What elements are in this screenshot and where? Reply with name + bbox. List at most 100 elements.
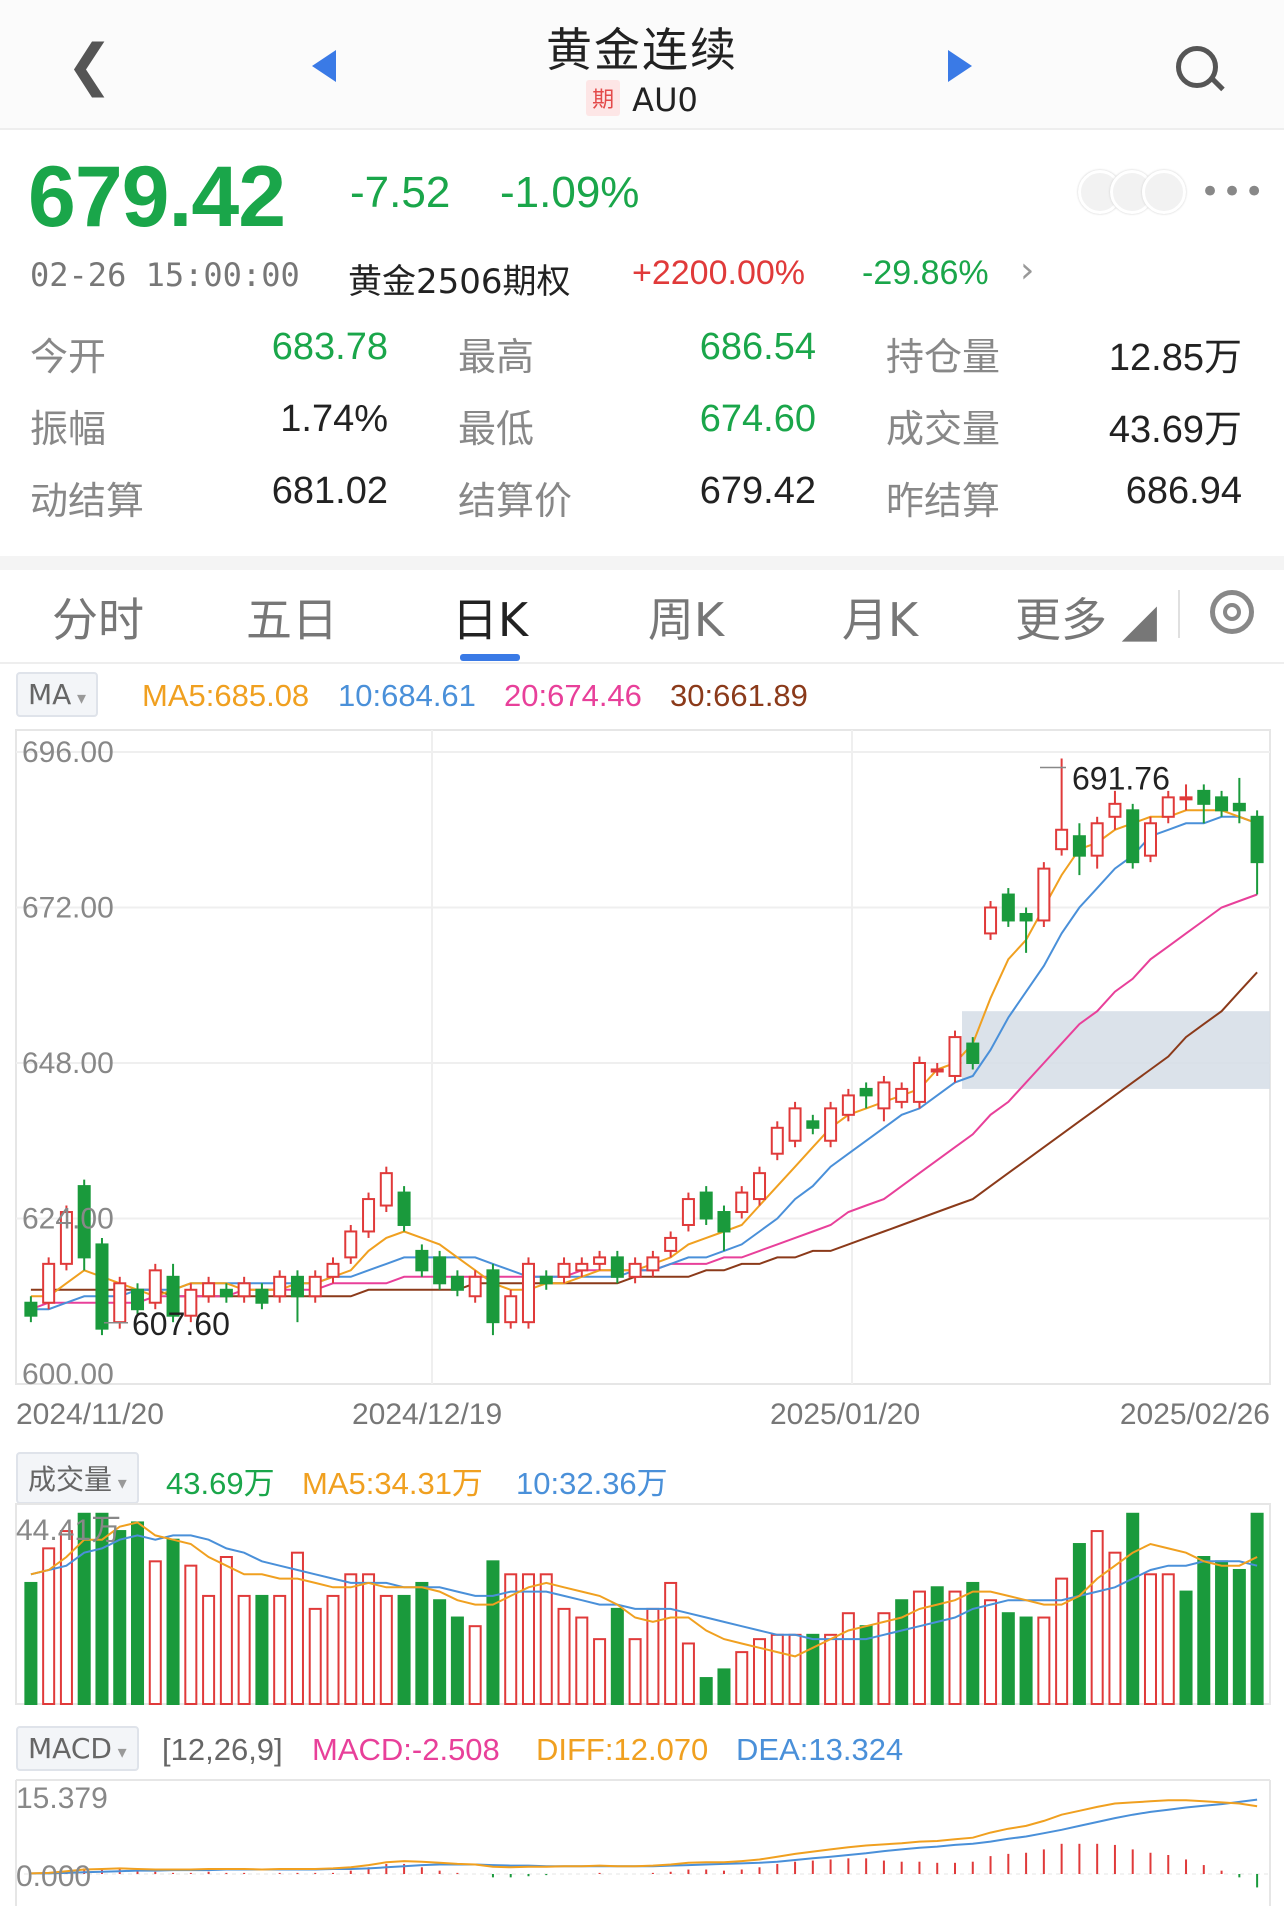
price-axis-label: 648.00 bbox=[22, 1047, 114, 1080]
candle-body bbox=[966, 1042, 980, 1064]
candle bbox=[1179, 784, 1193, 811]
volume-bar bbox=[1197, 1556, 1211, 1706]
volume-bar bbox=[984, 1599, 998, 1706]
candle bbox=[539, 1270, 553, 1290]
candle-body bbox=[948, 1036, 962, 1077]
candle-body bbox=[699, 1191, 713, 1220]
candle-body bbox=[859, 1087, 873, 1097]
max-price-label: 691.76 bbox=[1072, 760, 1170, 796]
candle bbox=[824, 1101, 838, 1148]
candle-body bbox=[575, 1262, 589, 1272]
candle bbox=[1019, 907, 1033, 953]
volume-bar bbox=[877, 1612, 891, 1705]
volume-bar bbox=[326, 1594, 340, 1706]
candle bbox=[912, 1056, 926, 1109]
candle-body bbox=[664, 1236, 678, 1252]
price-axis-label: 624.00 bbox=[22, 1203, 114, 1236]
candle-body bbox=[113, 1282, 127, 1324]
volume-bar bbox=[148, 1560, 162, 1706]
volume-bar bbox=[1037, 1616, 1051, 1705]
volume-bar bbox=[237, 1594, 251, 1706]
volume-bar bbox=[166, 1538, 180, 1705]
volume-bar bbox=[255, 1594, 269, 1706]
volume-bar bbox=[1179, 1590, 1193, 1706]
candle bbox=[610, 1250, 624, 1284]
candle bbox=[984, 901, 998, 940]
candle-body bbox=[379, 1172, 393, 1207]
candle bbox=[1108, 790, 1122, 830]
candle bbox=[1090, 816, 1104, 869]
candle bbox=[753, 1166, 767, 1206]
candle bbox=[255, 1283, 269, 1310]
candle bbox=[1126, 803, 1140, 869]
candle bbox=[877, 1075, 891, 1122]
candle bbox=[113, 1276, 127, 1329]
min-price-label: 607.60 bbox=[132, 1306, 230, 1342]
candle-body bbox=[397, 1191, 411, 1226]
candle-body bbox=[593, 1256, 607, 1265]
volume-bar bbox=[539, 1573, 553, 1705]
volume-bar bbox=[646, 1607, 660, 1705]
candle bbox=[450, 1270, 464, 1297]
volume-bar bbox=[1215, 1560, 1229, 1706]
macd_dea-line bbox=[30, 1798, 1258, 1875]
kline-chart[interactable]: 696.00 672.00 648.00 624.00 600.00 691.76 607.… bbox=[0, 0, 1284, 1906]
candle-body bbox=[344, 1230, 358, 1259]
candle bbox=[1197, 784, 1211, 824]
candle-body bbox=[1037, 867, 1051, 922]
candle-body bbox=[362, 1198, 376, 1233]
candle bbox=[273, 1270, 287, 1303]
volume-bar bbox=[735, 1651, 749, 1705]
candle bbox=[504, 1289, 518, 1329]
volume-bar bbox=[593, 1638, 607, 1706]
candle-body bbox=[1001, 893, 1015, 922]
candle-body bbox=[984, 906, 998, 935]
volume-bar bbox=[24, 1581, 38, 1705]
highlight-band bbox=[962, 1011, 1270, 1089]
candle bbox=[237, 1276, 251, 1303]
candle bbox=[433, 1250, 447, 1290]
volume-bar bbox=[717, 1668, 731, 1706]
volume-bar bbox=[699, 1677, 713, 1706]
candle-body bbox=[1197, 789, 1211, 805]
volume-bar bbox=[1161, 1573, 1175, 1705]
candle bbox=[717, 1205, 731, 1251]
candle-body bbox=[326, 1262, 340, 1278]
volume-bar bbox=[966, 1581, 980, 1705]
volume-bar bbox=[575, 1616, 589, 1705]
candle-body bbox=[486, 1269, 500, 1324]
candle-body bbox=[1019, 912, 1033, 922]
macd_diff-line bbox=[30, 1799, 1258, 1875]
candle-body bbox=[770, 1126, 784, 1155]
candle bbox=[770, 1121, 784, 1161]
date-axis-label: 2024/11/20 bbox=[16, 1398, 164, 1431]
volume-bar bbox=[450, 1616, 464, 1705]
candle-body bbox=[806, 1120, 820, 1129]
candle bbox=[681, 1192, 695, 1232]
ma20-line bbox=[30, 893, 1258, 1311]
volume-axis-max: 44.41万 bbox=[16, 1514, 121, 1547]
candle-body bbox=[1143, 822, 1157, 857]
candle bbox=[948, 1030, 962, 1083]
volume-bar bbox=[1250, 1512, 1264, 1706]
volume-bar bbox=[486, 1560, 500, 1706]
candle bbox=[202, 1276, 216, 1303]
candle bbox=[646, 1250, 660, 1277]
volume-bar bbox=[1108, 1551, 1122, 1706]
candle-body bbox=[1108, 802, 1122, 818]
volume-bar bbox=[344, 1573, 358, 1705]
candle-body bbox=[912, 1062, 926, 1103]
candle-body bbox=[219, 1288, 233, 1298]
candle bbox=[397, 1186, 411, 1232]
candle-body bbox=[557, 1262, 571, 1278]
candle-body bbox=[237, 1282, 251, 1298]
candle-body bbox=[468, 1275, 482, 1298]
volume-bar bbox=[1143, 1573, 1157, 1705]
candle bbox=[344, 1224, 358, 1264]
candle-body bbox=[255, 1288, 269, 1304]
candle-body bbox=[42, 1262, 56, 1304]
candle bbox=[486, 1263, 500, 1336]
candle bbox=[521, 1257, 535, 1329]
volume-bar bbox=[1090, 1530, 1104, 1705]
candle-body bbox=[1179, 796, 1193, 801]
